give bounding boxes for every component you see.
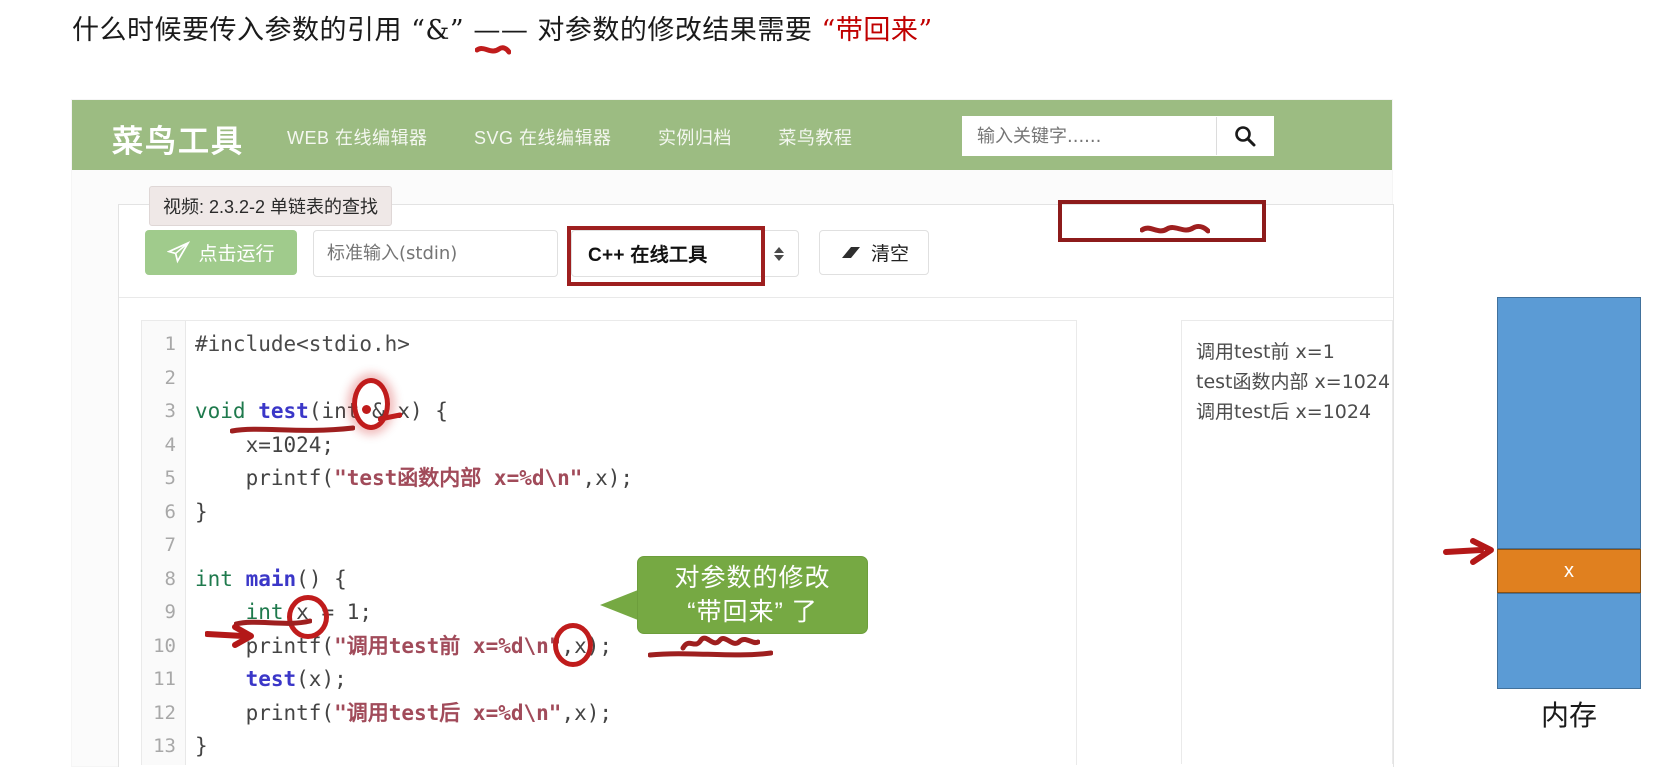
site-search	[962, 116, 1274, 156]
line-number: 7	[164, 534, 176, 556]
callout-line-2: “带回来” 了	[687, 598, 818, 626]
code-line: printf("test函数内部 x=%d\n",x);	[195, 466, 634, 490]
page-title: 什么时候要传入参数的引用 “&” —— 对参数的修改结果需要 “带回来”	[72, 8, 933, 47]
language-select[interactable]: C++ 在线工具	[571, 230, 799, 277]
page-title-ampersand: “&”	[411, 15, 465, 46]
search-button[interactable]	[1216, 117, 1273, 155]
line-number: 4	[164, 433, 176, 456]
callout-tail	[600, 590, 638, 620]
line-number: 1	[164, 333, 176, 355]
spinner-arrows-icon	[774, 246, 798, 261]
ampersand-underline-squiggle-icon	[475, 45, 511, 55]
code-line: printf("调用test前 x=%d\n",x);	[195, 633, 613, 658]
memory-block-lower	[1497, 593, 1641, 689]
site-navbar: 菜鸟工具 WEB 在线编辑器 SVG 在线编辑器 实例归档 菜鸟教程	[72, 100, 1392, 170]
memory-pointer-arrow-icon	[1443, 538, 1494, 565]
memory-diagram: x	[1497, 297, 1641, 689]
line-number: 3	[164, 400, 176, 422]
code-editor[interactable]: 1 2 3 4 5 6 7 8 9 10 11 12 13 #include<s…	[141, 320, 1077, 765]
stdin-field-wrapper	[313, 230, 558, 277]
output-line: test函数内部 x=1024	[1196, 371, 1391, 393]
output-panel: 调用test前 x=1 test函数内部 x=1024 调用test后 x=10…	[1181, 320, 1393, 764]
output-line: 调用test后 x=1024	[1196, 401, 1372, 423]
code-line: void test(int & x) {	[195, 399, 448, 423]
code-line: }	[195, 499, 208, 524]
nav-link-svg-editor[interactable]: SVG 在线编辑器	[474, 124, 612, 150]
callout-box: 对参数的修改 “带回来” 了	[637, 556, 868, 634]
memory-block-upper	[1497, 297, 1641, 549]
line-number: 9	[164, 601, 176, 623]
line-number: 10	[153, 634, 176, 657]
memory-cell-x: x	[1497, 549, 1641, 593]
clear-button-label: 清空	[870, 244, 909, 265]
code-line: }	[195, 734, 208, 758]
code-line: test(x);	[245, 667, 347, 691]
code-text[interactable]: #include<stdio.h> void test(int & x) { x…	[186, 321, 1076, 765]
callout-line-1: 对参数的修改	[674, 564, 831, 592]
language-select-value: C++ 在线工具	[588, 245, 708, 266]
navbar-links: WEB 在线编辑器 SVG 在线编辑器 实例归档 菜鸟教程	[287, 124, 894, 150]
output-scribble-annotation-icon	[1140, 224, 1210, 234]
page-title-highlight: “带回来”	[821, 15, 933, 46]
code-gutter: 1 2 3 4 5 6 7 8 9 10 11 12 13	[142, 321, 186, 765]
code-line: printf("调用test后 x=%d\n",x);	[195, 700, 613, 725]
nav-link-examples[interactable]: 实例归档	[658, 124, 732, 150]
video-tooltip: 视频: 2.3.2-2 单链表的查找	[149, 186, 393, 226]
stdin-input[interactable]	[314, 243, 557, 264]
nav-link-web-editor[interactable]: WEB 在线编辑器	[287, 124, 428, 150]
memory-cell-x-label: x	[1564, 559, 1574, 582]
slide-root: 什么时候要传入参数的引用 “&” —— 对参数的修改结果需要 “带回来” 菜鸟工…	[0, 0, 1664, 767]
search-icon	[1235, 126, 1256, 147]
code-line: #include<stdio.h>	[195, 332, 410, 356]
line-number: 11	[153, 668, 176, 690]
eraser-icon	[841, 246, 860, 258]
clear-button[interactable]: 清空	[819, 230, 929, 275]
output-line: 调用test前 x=1	[1196, 341, 1335, 363]
line-number: 13	[153, 735, 176, 757]
line-number: 8	[164, 567, 176, 590]
site-brand[interactable]: 菜鸟工具	[112, 116, 244, 161]
code-line: x=1024;	[195, 432, 335, 457]
line-number: 12	[153, 701, 176, 724]
nav-link-tutorial[interactable]: 菜鸟教程	[778, 124, 852, 150]
page-title-part2: —— 对参数的修改结果需要	[473, 15, 813, 46]
run-button[interactable]: 点击运行	[145, 230, 297, 275]
search-input[interactable]	[963, 117, 1216, 155]
line-number: 5	[164, 467, 176, 489]
paper-plane-icon	[167, 241, 191, 264]
editor-panel: 点击运行 C++ 在线工具 清空	[118, 204, 1394, 767]
memory-diagram-label: 内存	[1540, 699, 1597, 732]
page-title-part1: 什么时候要传入参数的引用	[72, 15, 402, 46]
line-number: 2	[164, 366, 176, 389]
line-number: 6	[164, 500, 176, 523]
run-button-label: 点击运行	[198, 244, 275, 265]
